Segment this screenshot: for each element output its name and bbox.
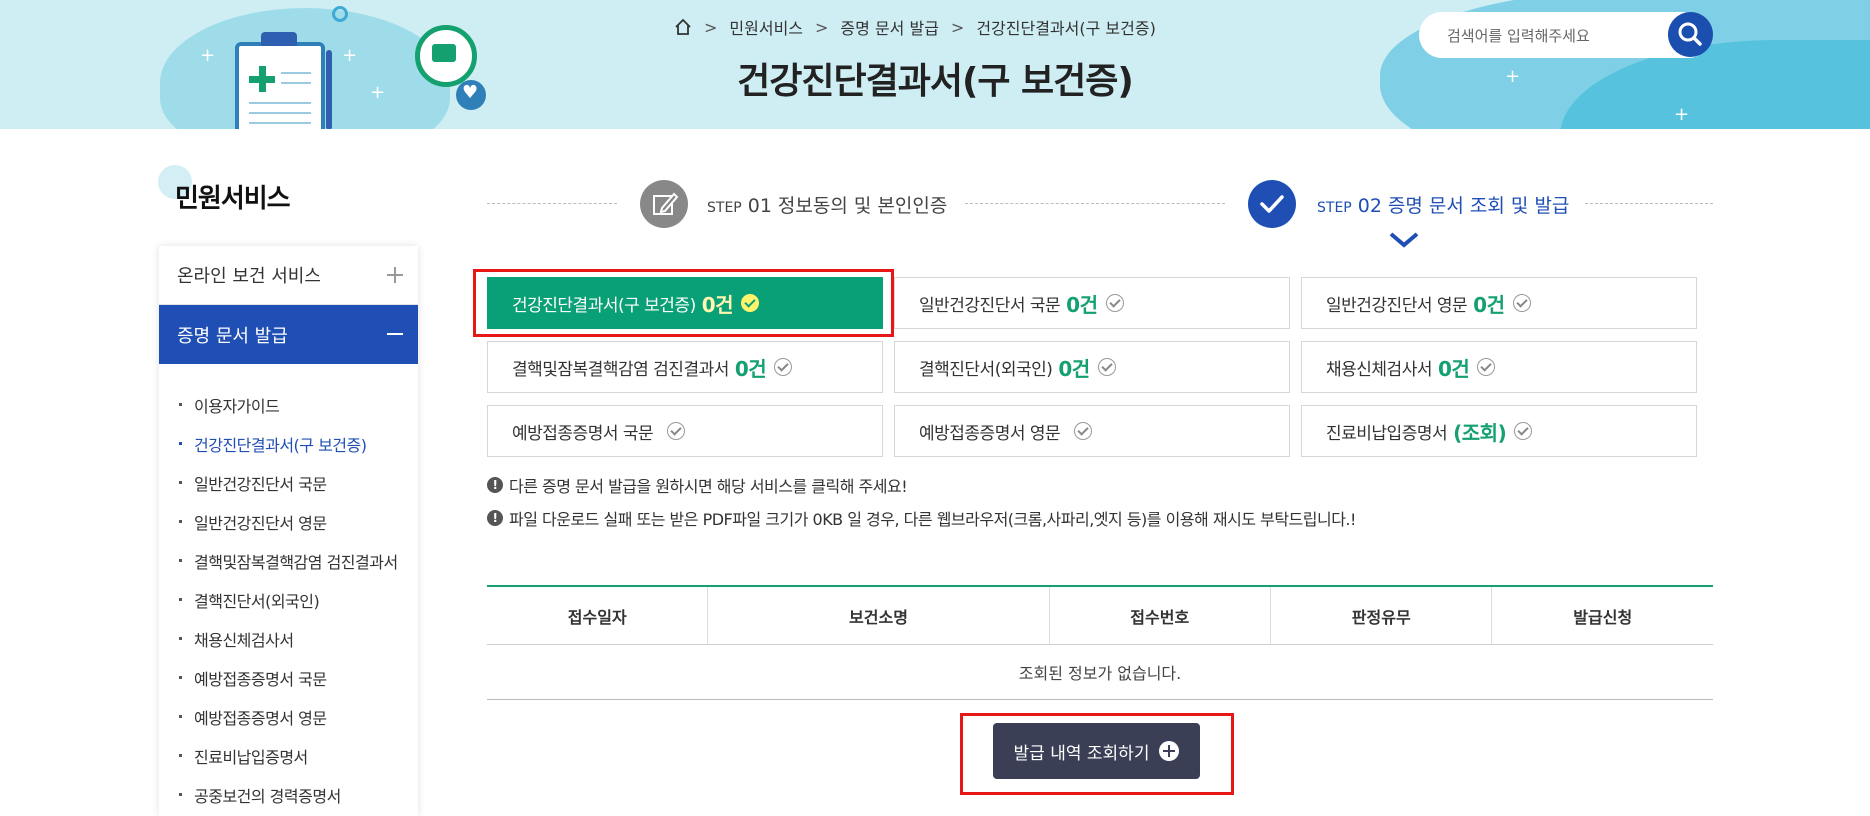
check-circle-icon bbox=[1514, 422, 1533, 440]
service-vaccination-en[interactable]: 예방접종증명서 영문 bbox=[894, 405, 1290, 457]
breadcrumb-separator: > bbox=[704, 17, 718, 37]
table-header: 보건소명 bbox=[707, 586, 1049, 645]
table-header-row: 접수일자 보건소명 접수번호 판정유무 발급신청 bbox=[487, 586, 1713, 645]
highlight-box-history-button bbox=[960, 713, 1234, 795]
breadcrumb-item[interactable]: 민원서비스 bbox=[729, 15, 803, 39]
sidebar-item-general-en[interactable]: 일반건강진단서 영문 bbox=[177, 502, 398, 541]
sidebar-submenu: 이용자가이드 건강진단결과서(구 보건증) 일반건강진단서 국문 일반건강진단서… bbox=[177, 385, 398, 814]
check-circle-icon bbox=[1074, 422, 1093, 440]
sidebar-item-employment-exam[interactable]: 채용신체검사서 bbox=[177, 619, 398, 658]
breadcrumb-separator: > bbox=[950, 17, 965, 37]
sidebar-item-health-result[interactable]: 건강진단결과서(구 보건증) bbox=[177, 424, 398, 463]
step-divider bbox=[965, 203, 1225, 204]
step-divider bbox=[1585, 203, 1713, 204]
step1-indicator bbox=[640, 180, 688, 228]
breadcrumb-separator: > bbox=[815, 17, 829, 37]
sidebar-item-vaccination-kr[interactable]: 예방접종증명서 국문 bbox=[177, 658, 398, 697]
ring-decoration-icon bbox=[332, 6, 348, 22]
service-payment-cert[interactable]: 진료비납입증명서 (조회) bbox=[1301, 405, 1697, 457]
sparkle-icon: + bbox=[1674, 104, 1690, 125]
table-header: 판정유무 bbox=[1269, 586, 1492, 645]
minus-icon bbox=[387, 333, 403, 335]
service-tb-foreigner[interactable]: 결핵진단서(외국인) 0건 bbox=[894, 341, 1290, 393]
sidebar-category-online-health[interactable]: 온라인 보건 서비스 bbox=[159, 246, 418, 305]
exclamation-icon: ! bbox=[487, 510, 503, 526]
sidebar: 온라인 보건 서비스 증명 문서 발급 이용자가이드 건강진단결과서(구 보건증… bbox=[159, 246, 418, 816]
home-icon[interactable] bbox=[674, 18, 692, 36]
page-title: 건강진단결과서(구 보건증) bbox=[737, 61, 1134, 102]
check-circle-icon bbox=[1477, 358, 1496, 376]
sidebar-item-general-kr[interactable]: 일반건강진단서 국문 bbox=[177, 463, 398, 502]
notice-line: ! 파일 다운로드 실패 또는 받은 PDF파일 크기가 0KB 일 경우, 다… bbox=[487, 506, 1356, 530]
sidebar-item-payment-cert[interactable]: 진료비납입증명서 bbox=[177, 736, 398, 775]
step2-indicator bbox=[1248, 180, 1296, 228]
sidebar-item-vaccination-en[interactable]: 예방접종증명서 영문 bbox=[177, 697, 398, 736]
table-header: 접수번호 bbox=[1048, 586, 1271, 645]
sidebar-category-label: 온라인 보건 서비스 bbox=[177, 266, 321, 287]
sidebar-title: 민원서비스 bbox=[175, 184, 291, 214]
sidebar-item-career-cert[interactable]: 공중보건의 경력증명서 bbox=[177, 775, 398, 814]
check-circle-icon bbox=[1512, 294, 1531, 312]
empty-table-message: 조회된 정보가 없습니다. bbox=[487, 644, 1713, 700]
table-header: 발급신청 bbox=[1491, 586, 1713, 645]
check-circle-icon bbox=[1097, 358, 1116, 376]
service-employment-exam[interactable]: 채용신체검사서 0건 bbox=[1301, 341, 1697, 393]
table-header: 접수일자 bbox=[487, 586, 708, 645]
search-button[interactable] bbox=[1668, 12, 1713, 57]
notice-line: ! 다른 증명 문서 발급을 원하시면 해당 서비스를 클릭해 주세요! bbox=[487, 473, 908, 497]
sidebar-category-label: 증명 문서 발급 bbox=[177, 325, 288, 347]
pencil-edit-icon bbox=[653, 192, 679, 215]
search-input[interactable] bbox=[1445, 22, 1649, 50]
check-circle-icon bbox=[667, 422, 686, 440]
breadcrumb: > 민원서비스 > 증명 문서 발급 > 건강진단결과서(구 보건증) bbox=[674, 14, 1156, 40]
table-row: 조회된 정보가 없습니다. bbox=[487, 644, 1713, 700]
breadcrumb-item[interactable]: 증명 문서 발급 bbox=[840, 15, 939, 39]
chevron-down-icon bbox=[1389, 232, 1419, 248]
highlight-box-selected-service bbox=[473, 269, 894, 337]
step2-label: STEP 02 증명 문서 조회 및 발급 bbox=[1317, 195, 1570, 217]
sidebar-item-tb-foreigner[interactable]: 결핵진단서(외국인) bbox=[177, 580, 398, 619]
service-tb-screening[interactable]: 결핵및잠복결핵감염 검진결과서 0건 bbox=[487, 341, 883, 393]
plus-icon bbox=[387, 267, 403, 283]
service-general-en[interactable]: 일반건강진단서 영문 0건 bbox=[1301, 277, 1697, 329]
check-icon bbox=[1260, 195, 1284, 213]
issuance-table: 접수일자 보건소명 접수번호 판정유무 발급신청 조회된 정보가 없습니다. bbox=[487, 585, 1713, 700]
step1-label: STEP 01 정보동의 및 본인인증 bbox=[707, 195, 948, 217]
check-circle-icon bbox=[774, 358, 793, 376]
header-banner: + + + + + > 민원서비스 > 증명 문서 발급 > 건강진단결과서(구… bbox=[0, 0, 1870, 129]
sidebar-item-user-guide[interactable]: 이용자가이드 bbox=[177, 385, 398, 424]
exclamation-icon: ! bbox=[487, 477, 503, 493]
sidebar-item-tb-screening[interactable]: 결핵및잠복결핵감염 검진결과서 bbox=[177, 541, 398, 580]
step-divider bbox=[487, 203, 617, 204]
breadcrumb-item-current[interactable]: 건강진단결과서(구 보건증) bbox=[976, 15, 1156, 39]
search-icon bbox=[1678, 22, 1702, 46]
service-general-kr[interactable]: 일반건강진단서 국문 0건 bbox=[894, 277, 1290, 329]
sidebar-category-certificate[interactable]: 증명 문서 발급 bbox=[159, 305, 418, 364]
service-vaccination-kr[interactable]: 예방접종증명서 국문 bbox=[487, 405, 883, 457]
check-circle-icon bbox=[1105, 294, 1124, 312]
